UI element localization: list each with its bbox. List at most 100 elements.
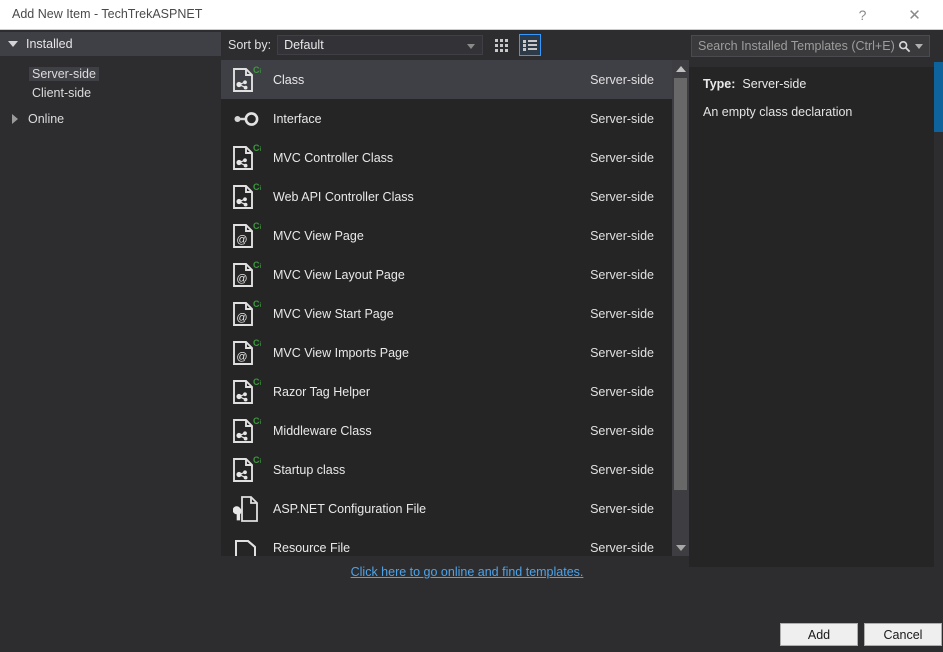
template-description: An empty class declaration: [703, 105, 853, 119]
template-item-side: Server-side: [590, 267, 654, 282]
template-item-side: Server-side: [590, 423, 654, 438]
templates-scrollbar[interactable]: [672, 60, 689, 556]
csharp-class-file-icon: C#: [229, 416, 263, 446]
svg-text:C#: C#: [253, 143, 261, 153]
template-item-name: Middleware Class: [273, 423, 372, 438]
template-item-side: Server-side: [590, 306, 654, 321]
template-item-side: Server-side: [590, 501, 654, 516]
tree-item-client-side-label: Client-side: [32, 85, 92, 100]
tree-item-client-side[interactable]: Client-side: [0, 83, 221, 102]
search-dropdown-icon[interactable]: [915, 43, 923, 49]
template-type-row: Type: Server-side: [703, 77, 920, 91]
scroll-down-arrow-icon[interactable]: [672, 539, 689, 556]
svg-text:C#: C#: [253, 455, 261, 465]
resource-file-icon: [229, 533, 263, 556]
template-list-item[interactable]: Resource File Server-side: [221, 528, 672, 556]
template-item-side: Server-side: [590, 345, 654, 360]
template-item-side: Server-side: [590, 189, 654, 204]
tree-item-installed[interactable]: Installed: [0, 32, 221, 56]
details-pane: Search Installed Templates (Ctrl+E) Type…: [689, 30, 934, 585]
svg-text:@: @: [236, 351, 247, 363]
add-button[interactable]: Add: [780, 623, 858, 646]
sort-by-dropdown[interactable]: Default: [277, 35, 484, 55]
templates-listbox[interactable]: C#ClassServer-sideInterfaceServer-sideC#…: [221, 60, 689, 556]
tree-item-server-side-label: Server-side: [29, 66, 99, 81]
cancel-button[interactable]: Cancel: [864, 623, 942, 646]
template-item-name: Interface: [273, 111, 322, 126]
sort-by-label: Sort by:: [228, 38, 272, 52]
template-list-item[interactable]: ASP.NET Configuration File Server-side: [221, 489, 672, 528]
template-list-item[interactable]: C# Middleware Class Server-side: [221, 411, 672, 450]
svg-text:C#: C#: [253, 65, 261, 75]
svg-text:C#: C#: [253, 377, 261, 387]
csharp-class-file-icon: C#: [229, 65, 263, 95]
csharp-class-file-icon: C#: [229, 143, 263, 173]
grid-view-button[interactable]: [490, 34, 512, 56]
search-icon[interactable]: [898, 40, 911, 53]
scrollbar-thumb[interactable]: [674, 78, 687, 490]
csharp-class-file-icon: C#: [229, 182, 263, 212]
template-item-side: Server-side: [590, 540, 654, 555]
list-view-icon: [523, 39, 538, 51]
search-templates-box[interactable]: Search Installed Templates (Ctrl+E): [691, 35, 930, 57]
svg-text:C#: C#: [253, 299, 261, 309]
close-button[interactable]: ✕: [892, 0, 937, 29]
template-list-item[interactable]: C# Web API Controller Class Server-side: [221, 177, 672, 216]
templates-tree-pane: Installed Server-side Client-side Online: [0, 30, 221, 585]
csharp-class-file-icon: C#: [229, 455, 263, 485]
svg-text:C#: C#: [253, 338, 261, 348]
svg-text:C#: C#: [253, 260, 261, 270]
config-file-wrench-icon: [229, 494, 263, 524]
background-window-strip: [934, 30, 943, 630]
tree-item-installed-label: Installed: [26, 37, 73, 51]
search-input[interactable]: Search Installed Templates (Ctrl+E): [692, 39, 898, 53]
dialog-body: Installed Server-side Client-side Online…: [0, 30, 934, 644]
template-details: Type: Server-side An empty class declarat…: [689, 67, 934, 567]
csharp-razor-view-icon: @ C#: [229, 299, 263, 329]
template-list-item[interactable]: @ C# MVC View Layout Page Server-side: [221, 255, 672, 294]
csharp-razor-view-icon: @ C#: [229, 221, 263, 251]
template-list-item[interactable]: @ C# MVC View Imports Page Server-side: [221, 333, 672, 372]
online-templates-link-bar: Click here to go online and find templat…: [0, 558, 934, 586]
svg-text:@: @: [236, 234, 247, 246]
template-item-name: MVC View Imports Page: [273, 345, 409, 360]
help-button[interactable]: ?: [840, 0, 885, 29]
template-list-item[interactable]: C# Class Server-side: [221, 60, 672, 99]
tree-item-online-label: Online: [28, 112, 65, 126]
dialog-footer: Add Cancel: [0, 615, 943, 652]
template-item-side: Server-side: [590, 111, 654, 126]
template-item-name: Web API Controller Class: [273, 189, 414, 204]
list-view-button[interactable]: [519, 34, 542, 56]
template-item-name: Class: [273, 72, 305, 87]
template-item-side: Server-side: [590, 150, 654, 165]
template-list-item[interactable]: Interface Server-side: [221, 99, 672, 138]
template-list-item[interactable]: @ C# MVC View Start Page Server-side: [221, 294, 672, 333]
grid-view-icon: [494, 38, 508, 52]
triangle-down-icon[interactable]: [8, 39, 18, 49]
tree-item-server-side[interactable]: Server-side: [0, 64, 221, 83]
template-item-side: Server-side: [590, 462, 654, 477]
triangle-right-icon[interactable]: [10, 114, 20, 124]
template-item-name: MVC View Page: [273, 228, 364, 243]
template-item-name: ASP.NET Configuration File: [273, 501, 427, 516]
template-item-side: Server-side: [590, 228, 654, 243]
csharp-class-file-icon: C#: [229, 377, 263, 407]
template-item-name: Startup class: [273, 462, 346, 477]
dialog-title: Add New Item - TechTrekASPNET: [12, 7, 203, 21]
template-item-side: Server-side: [590, 72, 654, 87]
svg-text:C#: C#: [253, 182, 261, 192]
template-list-item[interactable]: C# MVC Controller Class Server-side: [221, 138, 672, 177]
svg-text:@: @: [236, 273, 247, 285]
template-item-name: MVC Controller Class: [273, 150, 394, 165]
tree-item-online[interactable]: Online: [0, 108, 221, 130]
sort-by-value: Default: [284, 38, 324, 52]
online-templates-link[interactable]: Click here to go online and find templat…: [351, 565, 584, 579]
template-list-item[interactable]: C# Razor Tag Helper Server-side: [221, 372, 672, 411]
add-new-item-dialog: Add New Item - TechTrekASPNET ? ✕ Instal…: [0, 0, 943, 652]
template-list-item[interactable]: C# Startup class Server-side: [221, 450, 672, 489]
template-type-label: Type:: [703, 77, 736, 91]
dialog-title-bar: Add New Item - TechTrekASPNET ? ✕: [0, 0, 943, 30]
scroll-up-arrow-icon[interactable]: [672, 60, 689, 77]
interface-lollipop-icon: [229, 104, 263, 134]
template-list-item[interactable]: @ C# MVC View Page Server-side: [221, 216, 672, 255]
